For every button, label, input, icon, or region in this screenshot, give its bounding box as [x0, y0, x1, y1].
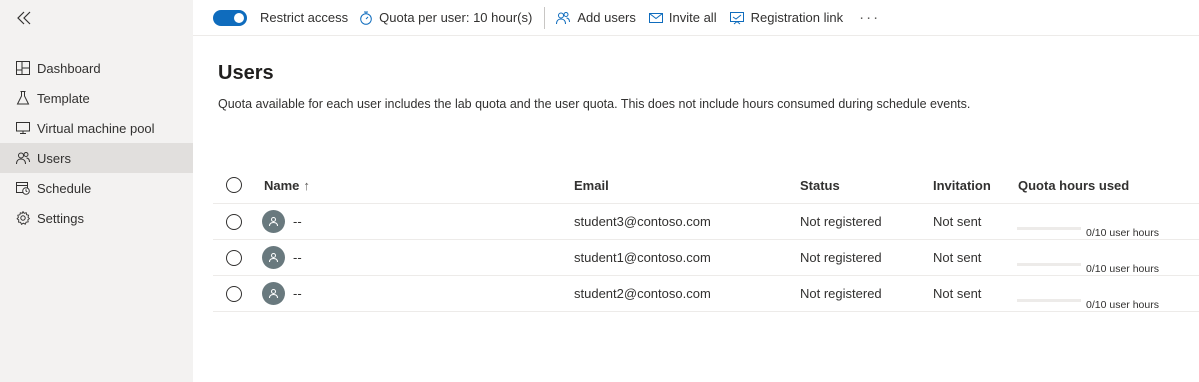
user-email: student2@contoso.com — [574, 286, 711, 301]
invite-all-label: Invite all — [668, 10, 717, 25]
sidebar: Dashboard Template Virtual machine pool … — [0, 0, 193, 382]
user-invitation: Not sent — [933, 250, 982, 265]
stopwatch-icon — [359, 11, 373, 25]
calendar-clock-icon — [16, 181, 30, 195]
dashboard-icon — [16, 61, 30, 75]
page-title: Users — [218, 62, 274, 84]
registration-link-icon — [729, 11, 745, 25]
quota-label: 0/10 user hours — [1086, 263, 1159, 275]
person-icon — [269, 289, 278, 299]
users-table: Name ↑ Email Status Invitation Quota hou… — [213, 167, 1199, 312]
monitor-icon — [16, 121, 30, 135]
row-select-cell — [226, 204, 242, 239]
avatar — [262, 246, 285, 269]
row-select-cell — [226, 240, 242, 275]
sidebar-item-label: Settings — [37, 210, 84, 226]
sidebar-item-settings[interactable]: Settings — [0, 203, 193, 233]
more-options-icon[interactable]: ··· — [859, 0, 880, 36]
sidebar-item-dashboard[interactable]: Dashboard — [0, 53, 193, 83]
collapse-nav-icon[interactable] — [14, 8, 34, 28]
avatar-cell: -- — [262, 240, 302, 275]
column-header-email[interactable]: Email — [574, 167, 609, 203]
quota-label: 0/10 user hours — [1086, 299, 1159, 311]
user-email: student3@contoso.com — [574, 214, 711, 229]
quota-progress-bar — [1017, 227, 1081, 230]
toolbar-divider — [544, 6, 546, 29]
sidebar-item-vm-pool[interactable]: Virtual machine pool — [0, 113, 193, 143]
avatar — [262, 282, 285, 305]
command-bar: Restrict access Quota per user: 10 hour(… — [193, 0, 1199, 36]
avatar — [262, 210, 285, 233]
user-status: Not registered — [800, 286, 882, 301]
user-status: Not registered — [800, 250, 882, 265]
select-all-cell — [226, 167, 242, 203]
quota-per-user-label: Quota per user: 10 hour(s) — [379, 10, 533, 25]
avatar-cell: -- — [262, 204, 302, 239]
quota-label: 0/10 user hours — [1086, 227, 1159, 239]
user-invitation: Not sent — [933, 286, 982, 301]
invite-all-button[interactable]: Invite all — [648, 0, 717, 36]
row-select-radio[interactable] — [226, 285, 242, 302]
user-name: -- — [293, 286, 302, 301]
quota-cell: 0/10 user hours — [1017, 276, 1159, 311]
users-icon — [16, 151, 30, 165]
avatar-cell: -- — [262, 276, 302, 311]
table-header: Name ↑ Email Status Invitation Quota hou… — [213, 167, 1199, 204]
registration-link-label: Registration link — [750, 10, 844, 25]
column-header-invitation[interactable]: Invitation — [933, 167, 991, 203]
quota-cell: 0/10 user hours — [1017, 240, 1159, 275]
sidebar-item-template[interactable]: Template — [0, 83, 193, 113]
select-all-radio[interactable] — [226, 177, 242, 193]
sidebar-item-users[interactable]: Users — [0, 143, 193, 173]
sidebar-item-label: Users — [37, 150, 71, 166]
sort-ascending-icon: ↑ — [303, 177, 310, 193]
table-row[interactable]: -- student2@contoso.com Not registered N… — [213, 276, 1199, 312]
registration-link-button[interactable]: Registration link — [729, 0, 844, 36]
table-row[interactable]: -- student1@contoso.com Not registered N… — [213, 240, 1199, 276]
restrict-access-label: Restrict access — [260, 10, 349, 25]
user-status: Not registered — [800, 214, 882, 229]
sidebar-nav: Dashboard Template Virtual machine pool … — [0, 53, 193, 233]
user-email: student1@contoso.com — [574, 250, 711, 265]
page-description: Quota available for each user includes t… — [218, 97, 971, 111]
quota-per-user-button[interactable]: Quota per user: 10 hour(s) — [359, 0, 532, 36]
sidebar-item-label: Virtual machine pool — [37, 120, 155, 136]
beaker-icon — [16, 91, 30, 105]
add-users-button[interactable]: Add users — [556, 0, 636, 36]
quota-progress-bar — [1017, 263, 1081, 266]
column-header-name[interactable]: Name ↑ — [264, 167, 310, 203]
mail-icon — [648, 11, 663, 25]
sidebar-item-schedule[interactable]: Schedule — [0, 173, 193, 203]
quota-progress-bar — [1017, 299, 1081, 302]
column-header-quota[interactable]: Quota hours used — [1018, 167, 1129, 203]
row-select-cell — [226, 276, 242, 311]
add-users-icon — [556, 11, 571, 25]
row-select-radio[interactable] — [226, 249, 242, 266]
column-header-status[interactable]: Status — [800, 167, 840, 203]
person-icon — [269, 217, 278, 227]
sidebar-item-label: Dashboard — [37, 60, 101, 76]
table-row[interactable]: -- student3@contoso.com Not registered N… — [213, 204, 1199, 240]
column-name-label: Name — [264, 177, 300, 193]
sidebar-item-label: Schedule — [37, 180, 92, 196]
user-name: -- — [293, 250, 302, 265]
restrict-access-toggle[interactable] — [213, 9, 247, 26]
person-icon — [269, 253, 278, 263]
sidebar-item-label: Template — [37, 90, 90, 106]
add-users-label: Add users — [577, 10, 636, 25]
user-name: -- — [293, 214, 302, 229]
user-invitation: Not sent — [933, 214, 982, 229]
row-select-radio[interactable] — [226, 213, 242, 230]
gear-icon — [16, 211, 30, 225]
quota-cell: 0/10 user hours — [1017, 204, 1159, 239]
